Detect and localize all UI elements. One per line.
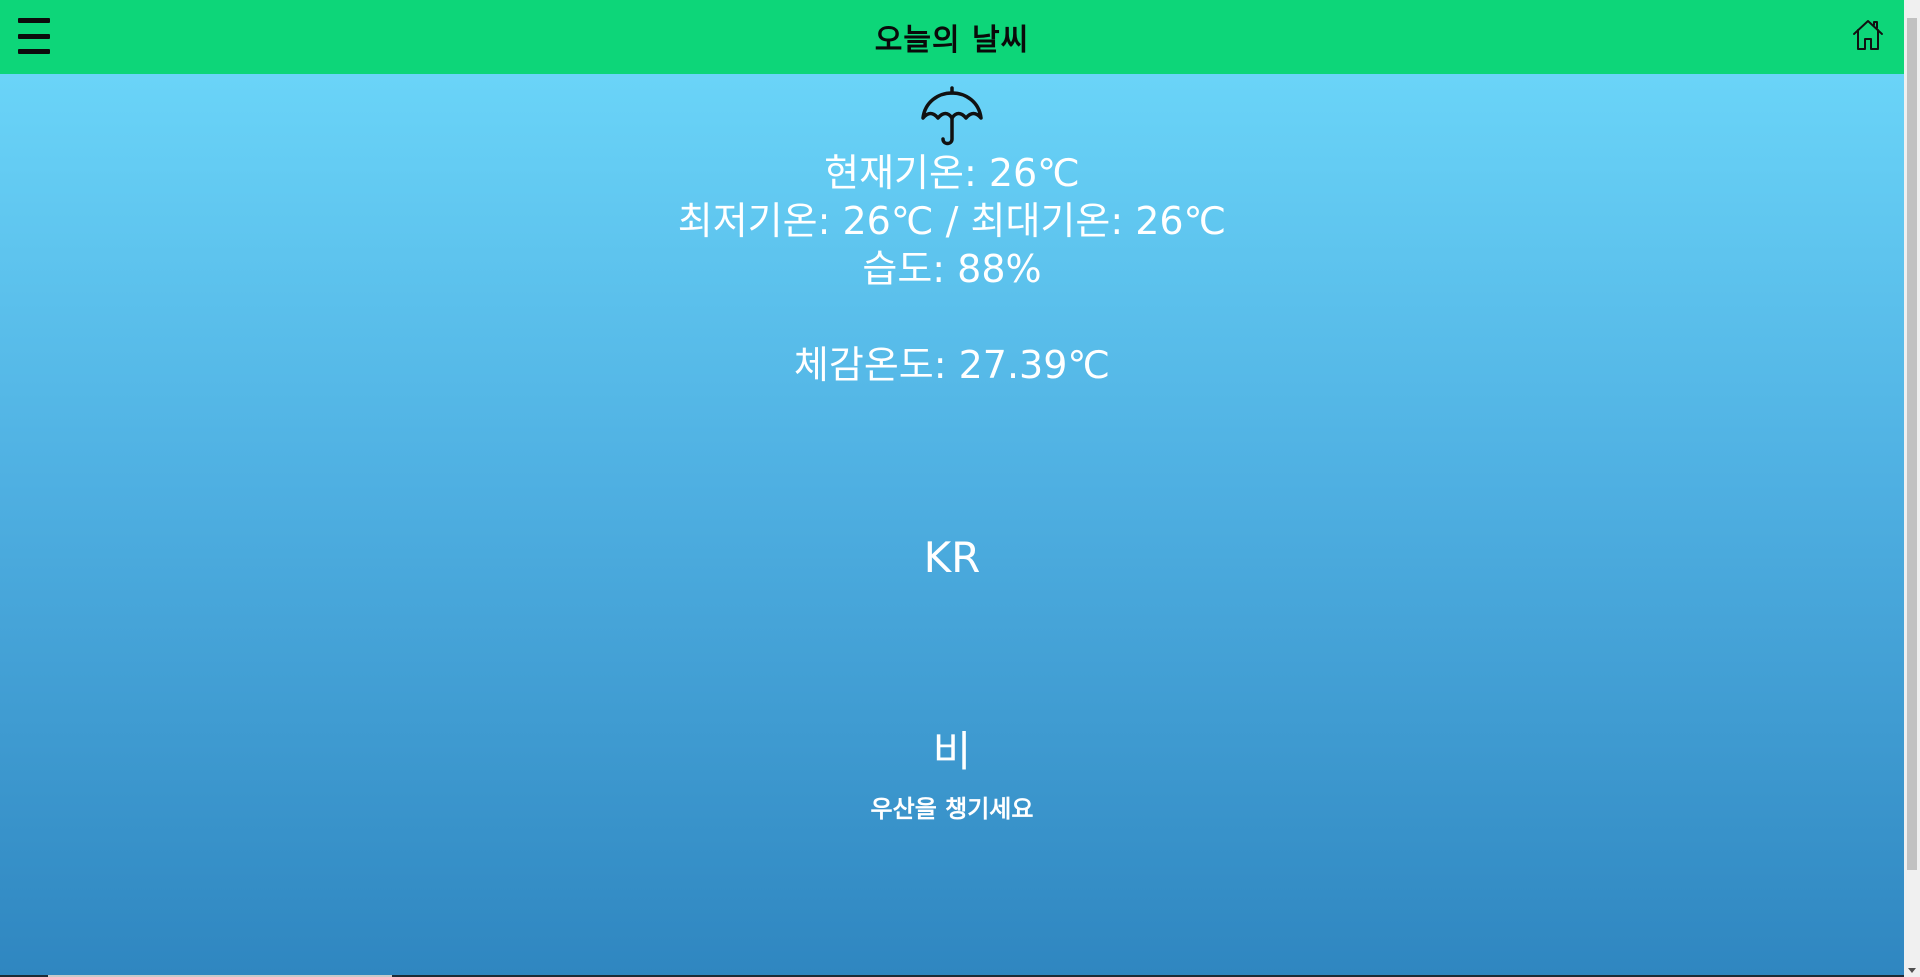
page-title: 오늘의 날씨 <box>874 23 1030 58</box>
min-max-temperature: 최저기온: 26℃ / 최대기온: 26℃ <box>677 199 1227 243</box>
menu-bar-line <box>18 18 50 23</box>
home-icon[interactable] <box>1852 18 1884 52</box>
weather-condition: 비 <box>932 727 972 776</box>
vertical-scrollbar[interactable] <box>1904 0 1920 977</box>
humidity: 습도: 88% <box>862 247 1042 291</box>
country-code: KR <box>923 533 981 582</box>
menu-bar-line <box>18 49 50 54</box>
menu-bar-line <box>18 33 50 39</box>
current-temperature: 현재기온: 26℃ <box>824 151 1080 195</box>
scroll-down-arrow-icon[interactable] <box>1908 968 1916 973</box>
scrollbar-thumb[interactable] <box>1907 18 1917 870</box>
weather-panel: 현재기온: 26℃ 최저기온: 26℃ / 최대기온: 26℃ 습도: 88% … <box>0 74 1904 977</box>
weather-advice: 우산을 챙기세요 <box>870 795 1034 823</box>
hamburger-menu-icon[interactable] <box>18 18 50 54</box>
umbrella-icon <box>920 84 984 148</box>
feels-like-temperature: 체감온도: 27.39℃ <box>793 343 1111 387</box>
app-header: 오늘의 날씨 <box>0 0 1904 74</box>
weather-app: 오늘의 날씨 현재기온: 26℃ 최저기온: 26℃ / 최대기온: 26℃ 습… <box>0 0 1920 977</box>
